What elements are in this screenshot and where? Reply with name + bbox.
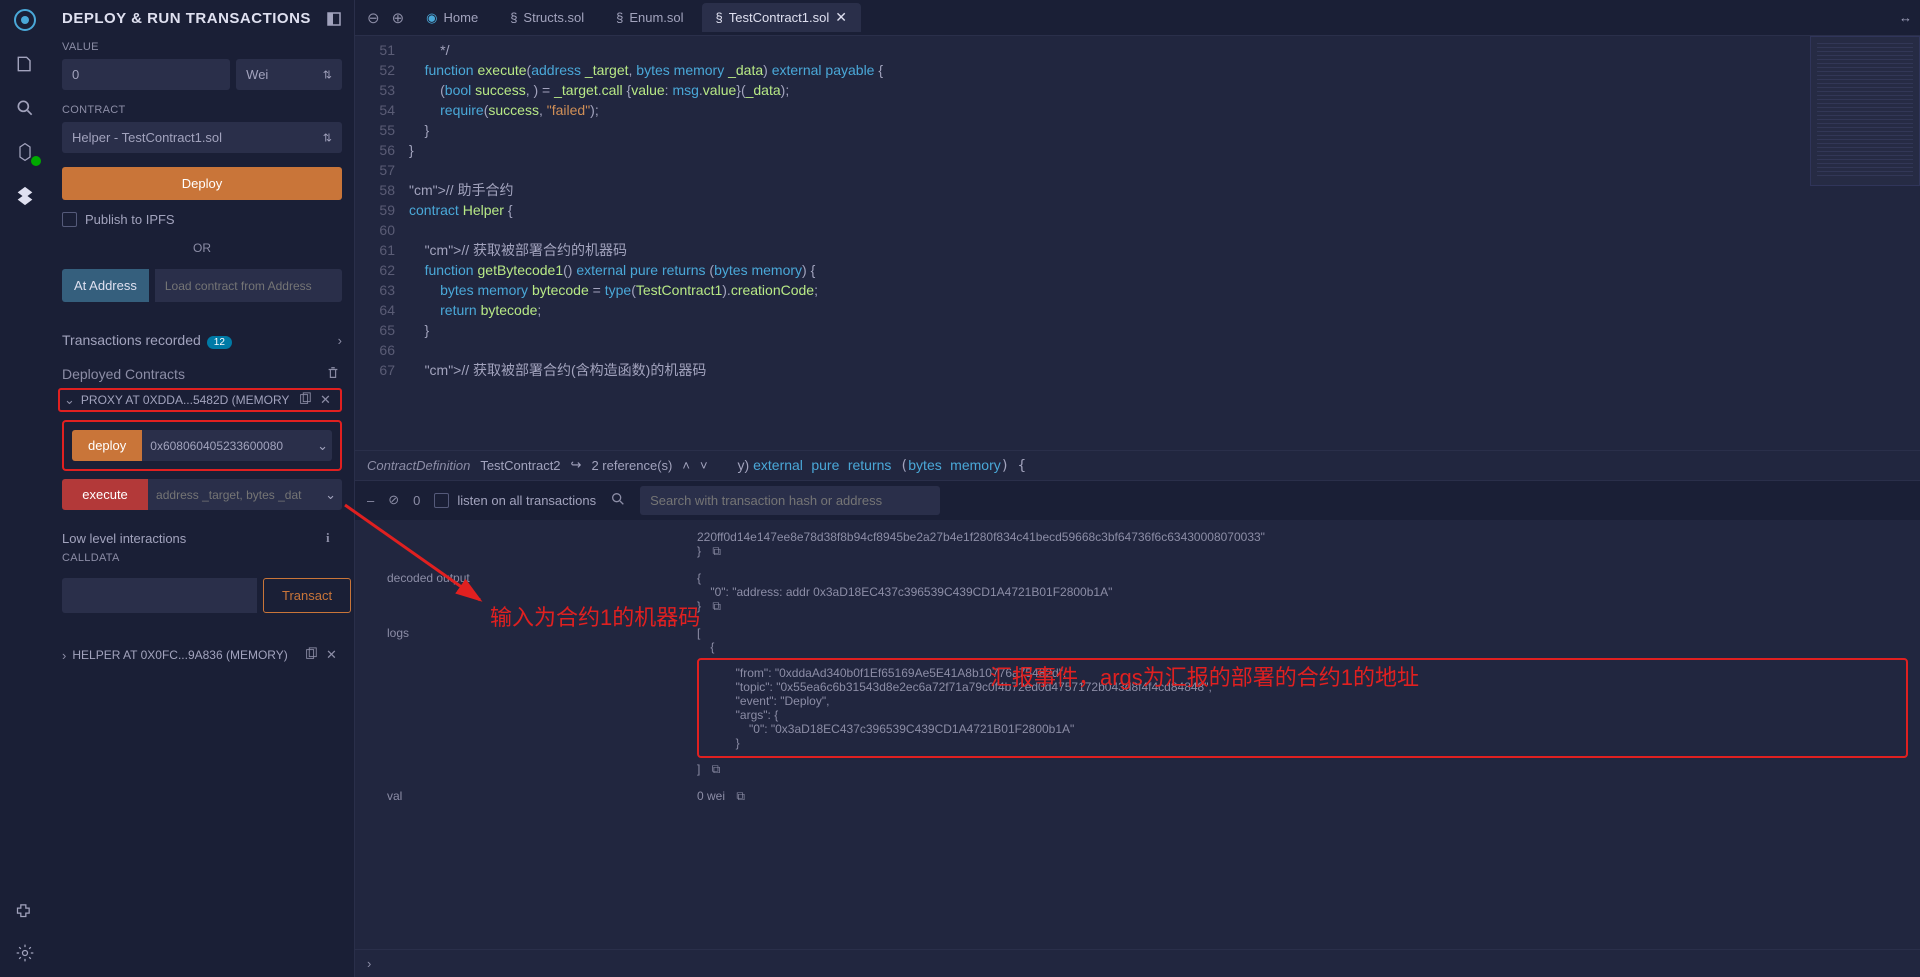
copy-icon[interactable]	[298, 392, 314, 408]
close-icon[interactable]: ✕	[320, 392, 336, 408]
val-label: val	[367, 789, 697, 803]
deployed-contracts-title: Deployed Contracts	[62, 366, 185, 382]
tab-enum[interactable]: §Enum.sol	[602, 4, 697, 31]
copy-icon[interactable]: ⧉	[709, 544, 721, 558]
console-footer: ›	[355, 949, 1920, 977]
panel-collapse-icon[interactable]	[326, 11, 342, 27]
line-gutter: 5152535455565758596061626364656667	[355, 36, 405, 380]
pending-count: 0	[413, 493, 420, 508]
crumb-kind: ContractDefinition	[367, 458, 470, 473]
close-icon[interactable]: ✕	[326, 647, 342, 663]
checkbox-icon[interactable]	[434, 493, 449, 508]
clear-icon[interactable]: ⊘	[388, 492, 399, 508]
chevron-right-icon: ›	[338, 333, 342, 348]
chevron-down-icon[interactable]: ˅	[700, 458, 708, 473]
value-label: VALUE	[62, 41, 342, 53]
copy-icon[interactable]: ⧉	[733, 789, 745, 803]
info-icon[interactable]: i	[326, 530, 342, 546]
solidity-icon: §	[616, 10, 623, 25]
copy-icon[interactable]: ⧉	[708, 762, 720, 776]
decoded-output-label: decoded output	[367, 571, 697, 585]
low-level-label: Low level interactions	[62, 531, 186, 546]
console-output[interactable]: 220ff0d14e147ee8e78d38f8b94cf8945be2a27b…	[355, 520, 1920, 950]
collapse-icon[interactable]: –	[367, 493, 374, 508]
tab-home[interactable]: ◉Home	[412, 4, 492, 32]
at-address-input[interactable]	[155, 269, 342, 302]
remix-logo-icon[interactable]	[13, 8, 37, 32]
expand-icon[interactable]: ↔	[1899, 10, 1912, 25]
at-address-button[interactable]: At Address	[62, 269, 149, 302]
deploy-run-panel: DEPLOY & RUN TRANSACTIONS VALUE Wei CONT…	[50, 0, 355, 977]
value-unit-select[interactable]: Wei	[236, 59, 342, 90]
listen-checkbox[interactable]: listen on all transactions	[434, 493, 596, 508]
plugin-icon[interactable]	[13, 897, 37, 921]
decoded-output-value: { "0": "address: addr 0x3aD18EC437c39653…	[697, 571, 1112, 613]
minimap[interactable]	[1810, 36, 1920, 186]
tab-bar: ⊖ ⊕ ◉Home §Structs.sol §Enum.sol §TestCo…	[355, 0, 1920, 36]
close-icon[interactable]: ✕	[835, 9, 847, 26]
console-toolbar: – ⊘ 0 listen on all transactions	[355, 480, 1920, 520]
copy-icon[interactable]: ⧉	[709, 599, 721, 613]
console-search-input[interactable]	[640, 486, 940, 515]
crumb-code-tail: y) external pure returns (bytes memory) …	[738, 457, 1026, 474]
transact-button[interactable]: Transact	[263, 578, 351, 613]
chevron-down-icon[interactable]: ⌄	[313, 430, 332, 461]
deploy-button[interactable]: Deploy	[62, 167, 342, 200]
files-icon[interactable]	[13, 52, 37, 76]
vertical-icon-bar	[0, 0, 50, 977]
chevron-right-icon[interactable]: ›	[62, 648, 66, 663]
deploy-function-box: deploy ⌄	[62, 420, 342, 471]
solidity-icon: §	[716, 10, 723, 25]
deployed-instance-helper[interactable]: › HELPER AT 0X0FC...9A836 (MEMORY) ✕	[62, 641, 342, 669]
home-icon: ◉	[426, 10, 437, 26]
or-divider: OR	[62, 241, 342, 255]
chevron-down-icon[interactable]: ⌄	[64, 392, 75, 408]
crumb-name[interactable]: TestContract2	[480, 458, 560, 473]
search-icon[interactable]	[610, 491, 626, 510]
deploy-func-button[interactable]: deploy	[72, 430, 142, 461]
zoom-in-icon[interactable]: ⊕	[388, 9, 409, 27]
execute-func-input[interactable]	[148, 479, 319, 510]
execute-func-button[interactable]: execute	[62, 479, 148, 510]
chevron-up-icon[interactable]: ˄	[682, 458, 690, 473]
search-icon[interactable]	[13, 96, 37, 120]
breadcrumb-bar: ContractDefinition TestContract2 ↪ 2 ref…	[355, 450, 1920, 480]
log-event-box: [ { "from": "0xddaAd340b0f1Ef65169Ae5E41…	[697, 658, 1908, 758]
goto-icon[interactable]: ↪	[571, 457, 582, 473]
deployed-instance-proxy[interactable]: ⌄ PROXY AT 0XDDA...5482D (MEMORY ✕	[58, 388, 342, 412]
trash-icon[interactable]	[326, 366, 342, 382]
deploy-icon[interactable]	[13, 184, 37, 208]
copy-icon[interactable]	[304, 647, 320, 663]
contract-label: CONTRACT	[62, 104, 342, 116]
chevron-right-icon[interactable]: ›	[367, 956, 371, 971]
value-input[interactable]	[62, 59, 230, 90]
compiler-icon[interactable]	[13, 140, 37, 164]
publish-ipfs-checkbox[interactable]: Publish to IPFS	[62, 212, 342, 227]
code-content[interactable]: */ function execute(address _target, byt…	[409, 40, 1800, 380]
logs-label: logs	[367, 626, 697, 640]
solidity-icon: §	[510, 10, 517, 25]
settings-icon[interactable]	[13, 941, 37, 965]
checkbox-icon[interactable]	[62, 212, 77, 227]
calldata-label: CALLDATA	[62, 552, 342, 564]
chevron-down-icon[interactable]: ⌄	[319, 479, 342, 510]
val-value: 0 wei	[697, 789, 725, 803]
publish-ipfs-label: Publish to IPFS	[85, 212, 175, 227]
crumb-refs[interactable]: 2 reference(s)	[591, 458, 672, 473]
tx-count-badge: 12	[207, 336, 232, 349]
code-editor[interactable]: 5152535455565758596061626364656667 */ fu…	[355, 36, 1920, 450]
panel-title: DEPLOY & RUN TRANSACTIONS	[62, 10, 311, 27]
tab-testcontract1[interactable]: §TestContract1.sol✕	[702, 3, 861, 32]
tab-structs[interactable]: §Structs.sol	[496, 4, 598, 31]
main-area: ⊖ ⊕ ◉Home §Structs.sol §Enum.sol §TestCo…	[355, 0, 1920, 977]
tx-recorded-section[interactable]: Transactions recorded12 ›	[62, 320, 342, 360]
deploy-func-input[interactable]	[142, 430, 313, 461]
contract-select[interactable]: Helper - TestContract1.sol	[62, 122, 342, 153]
zoom-out-icon[interactable]: ⊖	[363, 9, 384, 27]
calldata-input[interactable]	[62, 578, 257, 613]
